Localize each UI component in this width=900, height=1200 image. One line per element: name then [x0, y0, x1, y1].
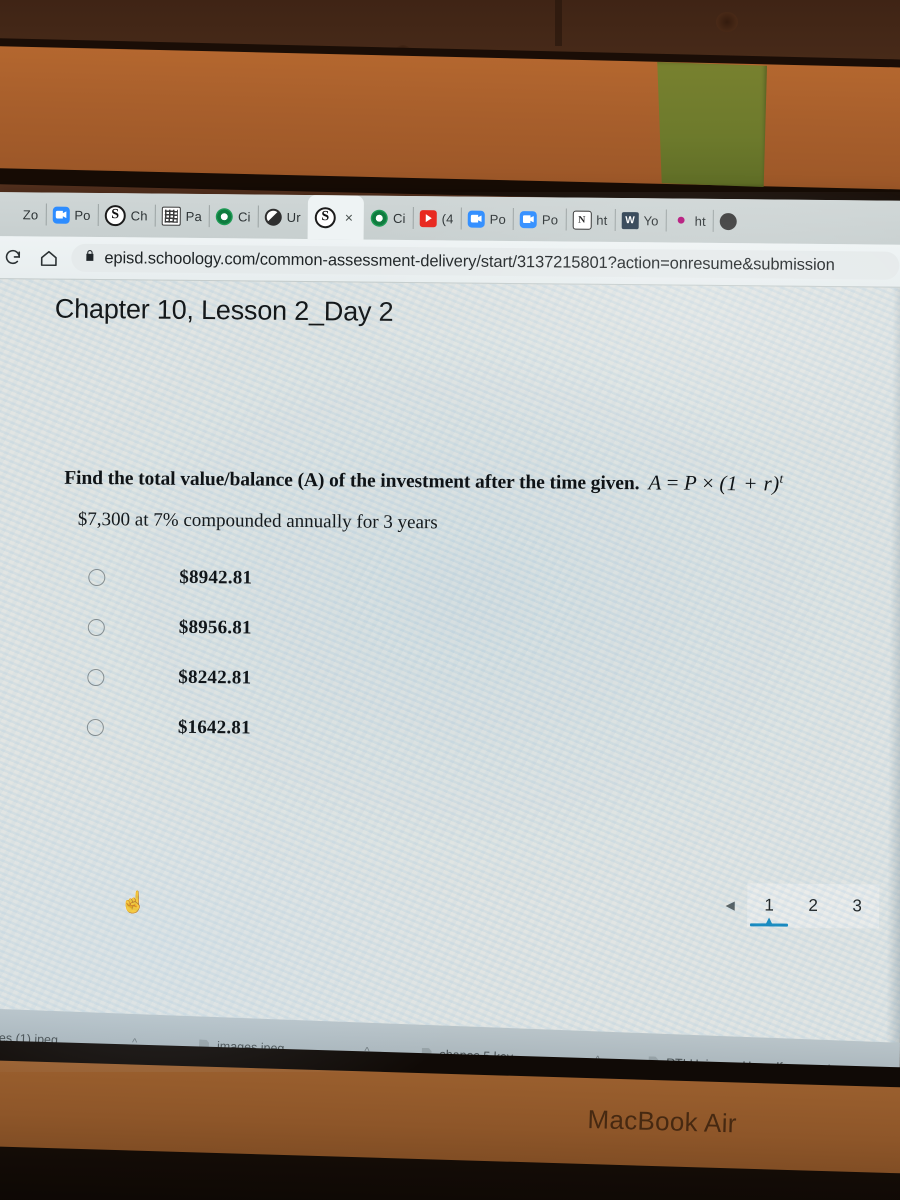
- formula-p: P: [683, 470, 698, 495]
- tab-label: Zo: [22, 206, 39, 222]
- zoom-favicon: [467, 210, 485, 228]
- screen-right-edge-shadow: [885, 287, 900, 1071]
- browser-tab-ch[interactable]: S Ch: [97, 193, 154, 238]
- option-label: $8942.81: [179, 566, 253, 589]
- browser-tab-zo[interactable]: Zo: [0, 192, 46, 236]
- formula-exponent: t: [779, 470, 784, 486]
- tab-label: Yo: [643, 212, 659, 228]
- browser-toolbar[interactable]: episd.schoology.com/common-assessment-de…: [0, 235, 900, 288]
- tab-label: Ch: [130, 207, 148, 223]
- tab-label: ht: [694, 213, 706, 229]
- reload-icon[interactable]: [0, 244, 25, 270]
- tab-label: Ci: [237, 208, 251, 224]
- document-favicon: N: [572, 210, 592, 230]
- pear-deck-favicon: ●: [676, 212, 687, 229]
- option-row[interactable]: $1642.81: [86, 702, 547, 756]
- browser-tab-ci-1[interactable]: Ci: [209, 194, 258, 238]
- address-bar[interactable]: episd.schoology.com/common-assessment-de…: [71, 243, 900, 280]
- compound-interest-formula: A = P × (1 + r)t: [639, 470, 783, 495]
- question-prompt-text: Find the total value/balance (A) of the …: [64, 467, 640, 495]
- option-label: $1642.81: [177, 716, 251, 739]
- tab-label: Po: [489, 211, 507, 227]
- browser-tab-po-3[interactable]: Po: [513, 197, 566, 242]
- option-row[interactable]: $8942.81: [88, 552, 548, 606]
- url-text: episd.schoology.com/common-assessment-de…: [104, 248, 835, 274]
- option-row[interactable]: $8242.81: [87, 652, 547, 706]
- home-icon[interactable]: [35, 244, 61, 270]
- radio-option-4[interactable]: [86, 718, 104, 736]
- browser-tab-ht-2[interactable]: ● ht: [665, 198, 713, 242]
- zoom-favicon: [519, 210, 538, 228]
- option-label: $8956.81: [178, 616, 252, 639]
- globe-favicon: [264, 208, 282, 226]
- tab-label: ht: [596, 212, 608, 228]
- youtube-favicon: [419, 209, 437, 227]
- pager-page-3[interactable]: 3: [834, 884, 880, 929]
- radio-option-2[interactable]: [87, 618, 105, 636]
- browser-tab-po-2[interactable]: Po: [460, 197, 513, 242]
- green-cloth-tag: [657, 62, 767, 187]
- tab-label: Po: [74, 207, 91, 223]
- option-row[interactable]: $8956.81: [87, 602, 548, 656]
- tab-label: Po: [541, 211, 559, 227]
- emoji-favicon: [719, 212, 737, 230]
- question-prompt-line: Find the total value/balance (A) of the …: [64, 464, 864, 498]
- photo-of-laptop-screen: Zo Po S Ch Pa Ci Ur S × Ci (4 Po Po N ht…: [0, 0, 900, 1200]
- page-title: Chapter 10, Lesson 2_Day 2: [54, 293, 394, 327]
- laptop-screen: Zo Po S Ch Pa Ci Ur S × Ci (4 Po Po N ht…: [0, 192, 900, 1071]
- canvas-favicon: [215, 207, 234, 225]
- browser-tab-ci-2[interactable]: Ci: [364, 196, 413, 240]
- wall-knot: [716, 12, 738, 32]
- radio-option-1[interactable]: [88, 568, 106, 586]
- schoology-favicon: S: [314, 206, 336, 228]
- word-favicon: W: [621, 211, 639, 229]
- browser-tab-yo[interactable]: W Yo: [614, 198, 666, 242]
- pager-page-1[interactable]: 1: [746, 883, 792, 928]
- calculator-favicon: [161, 206, 181, 226]
- tab-label: Ci: [392, 210, 406, 226]
- triangle-left-icon[interactable]: ◀: [713, 888, 747, 922]
- question-block: Find the total value/balance (A) of the …: [64, 464, 865, 539]
- tab-label: (4: [441, 210, 454, 226]
- browser-tab-pa[interactable]: Pa: [154, 194, 209, 239]
- wall-seam: [555, 0, 562, 46]
- question-sub-prompt: $7,300 at 7% compounded annually for 3 y…: [77, 508, 438, 534]
- browser-tab-ur[interactable]: Ur: [257, 195, 308, 239]
- tab-label: Ur: [286, 209, 301, 225]
- schoology-favicon: S: [104, 204, 126, 226]
- device-label: MacBook Air: [587, 1104, 738, 1139]
- formula-times: ×: [702, 470, 715, 495]
- lock-icon: [83, 249, 96, 267]
- formula-a: A: [648, 470, 662, 495]
- blank-favicon: [1, 206, 18, 223]
- browser-tab-emoji[interactable]: [713, 199, 744, 243]
- browser-tab-ht-1[interactable]: N ht: [565, 198, 615, 242]
- tab-label: Pa: [185, 208, 203, 224]
- formula-equals: =: [666, 470, 680, 495]
- answer-options[interactable]: $8942.81 $8956.81 $8242.81 $1642.81: [86, 552, 549, 756]
- option-label: $8242.81: [178, 666, 252, 689]
- formula-paren: (1 + r): [719, 470, 780, 496]
- question-pagination[interactable]: ◀ 1 2 3: [713, 883, 880, 929]
- pager-page-2[interactable]: 2: [790, 883, 836, 929]
- canvas-favicon: [370, 209, 389, 227]
- pointing-hand-cursor: ☝: [120, 891, 147, 915]
- zoom-favicon: [52, 206, 70, 224]
- browser-tab-youtube[interactable]: (4: [412, 196, 460, 240]
- browser-tab-po-1[interactable]: Po: [45, 193, 98, 238]
- radio-option-3[interactable]: [87, 668, 105, 686]
- close-icon[interactable]: ×: [341, 209, 357, 225]
- browser-tab-active-schoology[interactable]: S ×: [307, 195, 365, 240]
- assessment-page: Chapter 10, Lesson 2_Day 2 Find the tota…: [0, 279, 900, 1071]
